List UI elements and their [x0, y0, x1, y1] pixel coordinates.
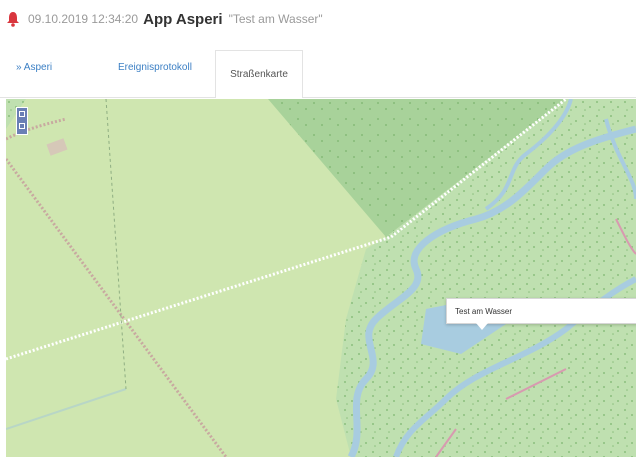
app-title: App Asperi	[143, 10, 223, 28]
zoom-out-button[interactable]	[19, 123, 25, 129]
tab-event-log[interactable]: Ereignisprotokoll	[118, 62, 192, 73]
event-header: 09.10.2019 12:34:20 App Asperi "Test am …	[0, 0, 636, 38]
zoom-in-button[interactable]	[19, 111, 25, 117]
popup-label: Test am Wasser	[455, 307, 513, 316]
street-map[interactable]: Test am Wasser	[6, 99, 636, 457]
popup-pointer	[476, 323, 488, 330]
event-timestamp: 09.10.2019 12:34:20	[28, 12, 139, 26]
bell-icon	[6, 11, 20, 27]
map-canvas	[6, 99, 636, 457]
map-popup: Test am Wasser	[446, 298, 636, 324]
tab-bar: » Asperi Ereignisprotokoll Straßenkarte	[0, 38, 636, 98]
app-name: "Test am Wasser"	[228, 12, 323, 26]
back-link-asperi[interactable]: » Asperi	[16, 62, 52, 73]
tab-street-map[interactable]: Straßenkarte	[215, 50, 303, 98]
zoom-control	[16, 107, 28, 135]
